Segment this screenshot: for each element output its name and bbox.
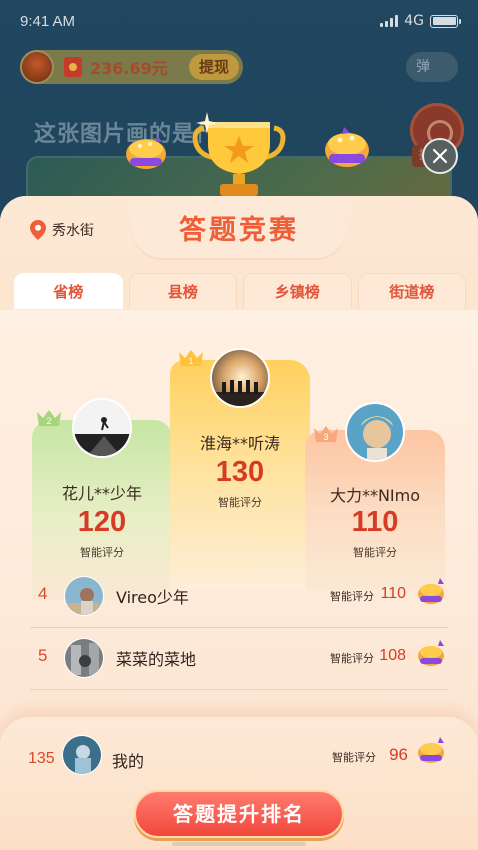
location-pin-icon <box>30 220 46 240</box>
crown-icon: 1 <box>179 350 203 366</box>
home-indicator <box>172 842 306 846</box>
podium-name: 淮海**听涛 <box>199 434 280 453</box>
avatar <box>210 348 270 408</box>
status-time: 9:41 AM <box>20 13 76 30</box>
score-label: 智能评分 <box>332 751 376 764</box>
svg-text:1: 1 <box>188 356 193 366</box>
tab-township[interactable]: 乡镇榜 <box>243 273 352 309</box>
svg-text:3: 3 <box>323 432 328 442</box>
user-avatar <box>20 50 54 84</box>
battery-icon <box>430 14 461 28</box>
status-bar: 9:41 AM 4G <box>0 0 478 44</box>
my-rank-number: 135 <box>28 750 55 767</box>
signal-icon <box>380 15 399 27</box>
player-name: Vireo少年 <box>116 588 189 607</box>
podium-name: 花儿**少年 <box>61 484 142 503</box>
region-tabs: 省榜 县榜 乡镇榜 街道榜 <box>14 273 466 309</box>
withdraw-button[interactable]: 提现 <box>188 54 239 80</box>
burger-badge-icon <box>418 737 444 763</box>
podium-score-label: 智能评分 <box>218 496 262 509</box>
avatar <box>62 735 102 775</box>
close-button[interactable] <box>422 138 458 174</box>
rank-number: 4 <box>38 584 48 603</box>
podium-score-label: 智能评分 <box>80 546 124 559</box>
list-item[interactable]: 4 Vireo少年 智能评分 110 <box>30 566 448 628</box>
my-name: 我的 <box>112 752 145 771</box>
burger-decoration-icon <box>126 136 166 169</box>
avatar <box>64 576 104 616</box>
podium-score: 110 <box>351 506 399 538</box>
close-icon <box>432 148 448 164</box>
network-label: 4G <box>404 13 424 29</box>
list-item[interactable]: 5 菜菜的菜地 智能评分 108 <box>30 628 448 690</box>
score-label: 智能评分 <box>330 590 374 603</box>
burger-badge-icon <box>418 578 444 604</box>
burger-decoration-icon <box>325 127 369 167</box>
crown-icon: 3 <box>314 426 338 442</box>
podium-score: 130 <box>215 456 265 488</box>
modal-title: 答题竞赛 <box>179 214 299 246</box>
my-rank-card: 135 我的 智能评分 96 答题提升排名 <box>0 717 478 850</box>
player-score: 108 <box>379 647 406 664</box>
tab-province[interactable]: 省榜 <box>14 273 123 309</box>
score-label: 智能评分 <box>330 652 374 665</box>
player-name: 菜菜的菜地 <box>116 650 197 669</box>
improve-rank-button[interactable]: 答题提升排名 <box>134 790 344 838</box>
burger-badge-icon <box>418 640 444 666</box>
avatar <box>64 638 104 678</box>
rank-number: 5 <box>38 646 48 665</box>
sparkle-icon <box>196 112 218 134</box>
avatar <box>345 402 405 462</box>
crown-icon: 2 <box>37 410 61 426</box>
my-score: 96 <box>389 745 408 764</box>
balance-pill: 236.69元 提现 <box>20 50 243 84</box>
podium-name: 大力**NImo <box>329 486 421 505</box>
red-envelope-icon <box>64 57 82 77</box>
location[interactable]: 秀水街 <box>30 220 94 240</box>
balance-amount: 236.69元 <box>90 59 168 78</box>
tab-county[interactable]: 县榜 <box>128 273 237 309</box>
player-score: 110 <box>380 585 406 602</box>
title-banner: 答题竞赛 <box>132 196 346 258</box>
podium-score-label: 智能评分 <box>353 546 397 559</box>
podium-first: 1 淮海**听涛 130 智能评分 <box>170 348 310 590</box>
svg-text:2: 2 <box>46 416 51 426</box>
avatar <box>72 398 132 458</box>
status-icons: 4G <box>380 13 461 29</box>
tab-street[interactable]: 街道榜 <box>357 273 466 309</box>
podium-score: 120 <box>77 506 127 538</box>
barrage-toggle[interactable]: 弹 <box>406 52 458 82</box>
location-label: 秀水街 <box>52 223 94 239</box>
